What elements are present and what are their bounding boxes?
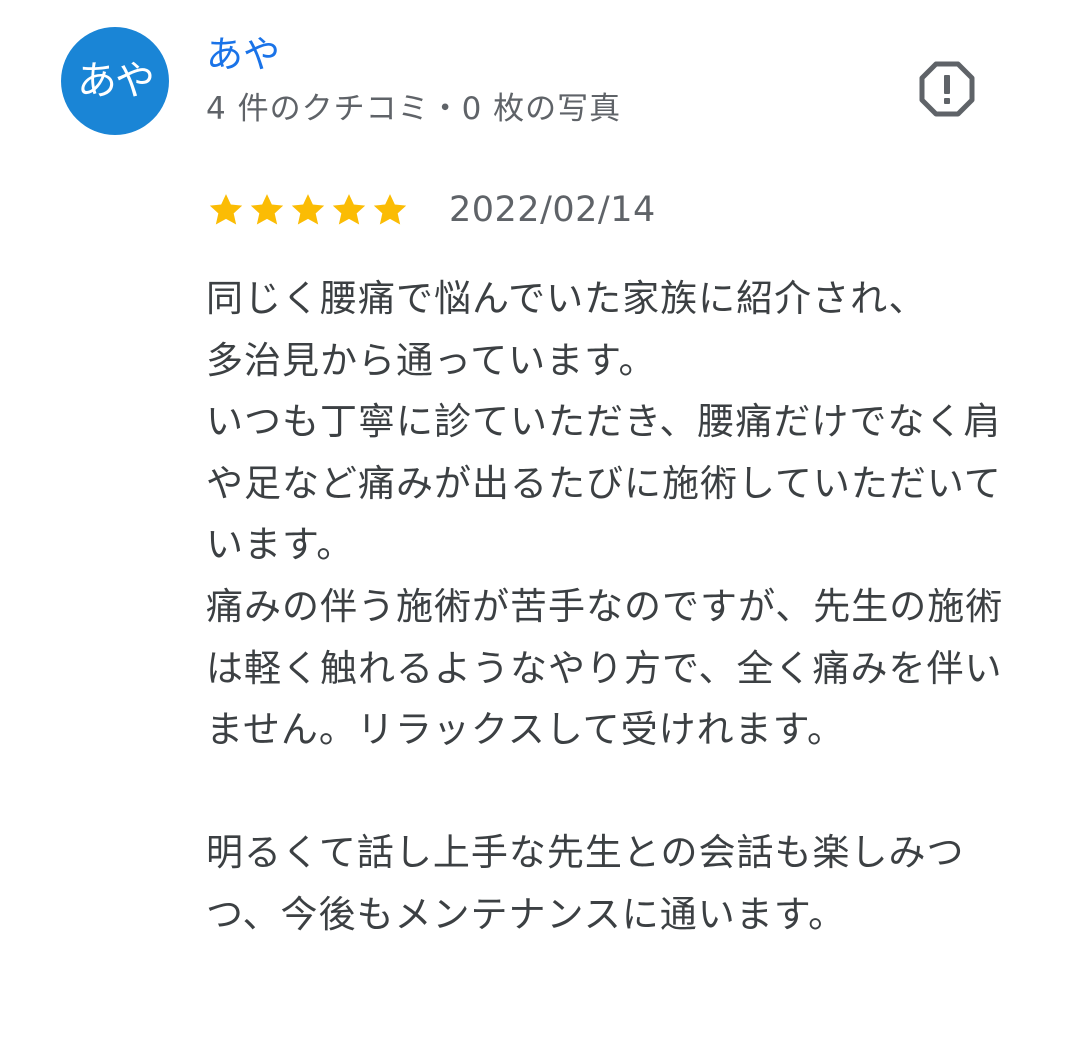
- review-text: 同じく腰痛で悩んでいた家族に紹介され、 多治見から通っています。 いつも丁寧に診…: [206, 277, 1004, 936]
- star-icon: [250, 194, 284, 225]
- avatar[interactable]: あや: [61, 27, 169, 135]
- reviewer-meta: 4 件のクチコミ・0 枚の写真: [206, 91, 622, 127]
- star-icon: [209, 194, 243, 225]
- reviewer-name[interactable]: あや: [206, 32, 280, 78]
- rating-row: 2022/02/14: [206, 186, 656, 234]
- review-date: 2022/02/14: [449, 190, 656, 230]
- star-icon: [332, 194, 366, 225]
- star-icon: [373, 194, 407, 225]
- star-rating: [206, 190, 411, 230]
- report-icon[interactable]: [916, 58, 978, 120]
- star-icon: [291, 194, 325, 225]
